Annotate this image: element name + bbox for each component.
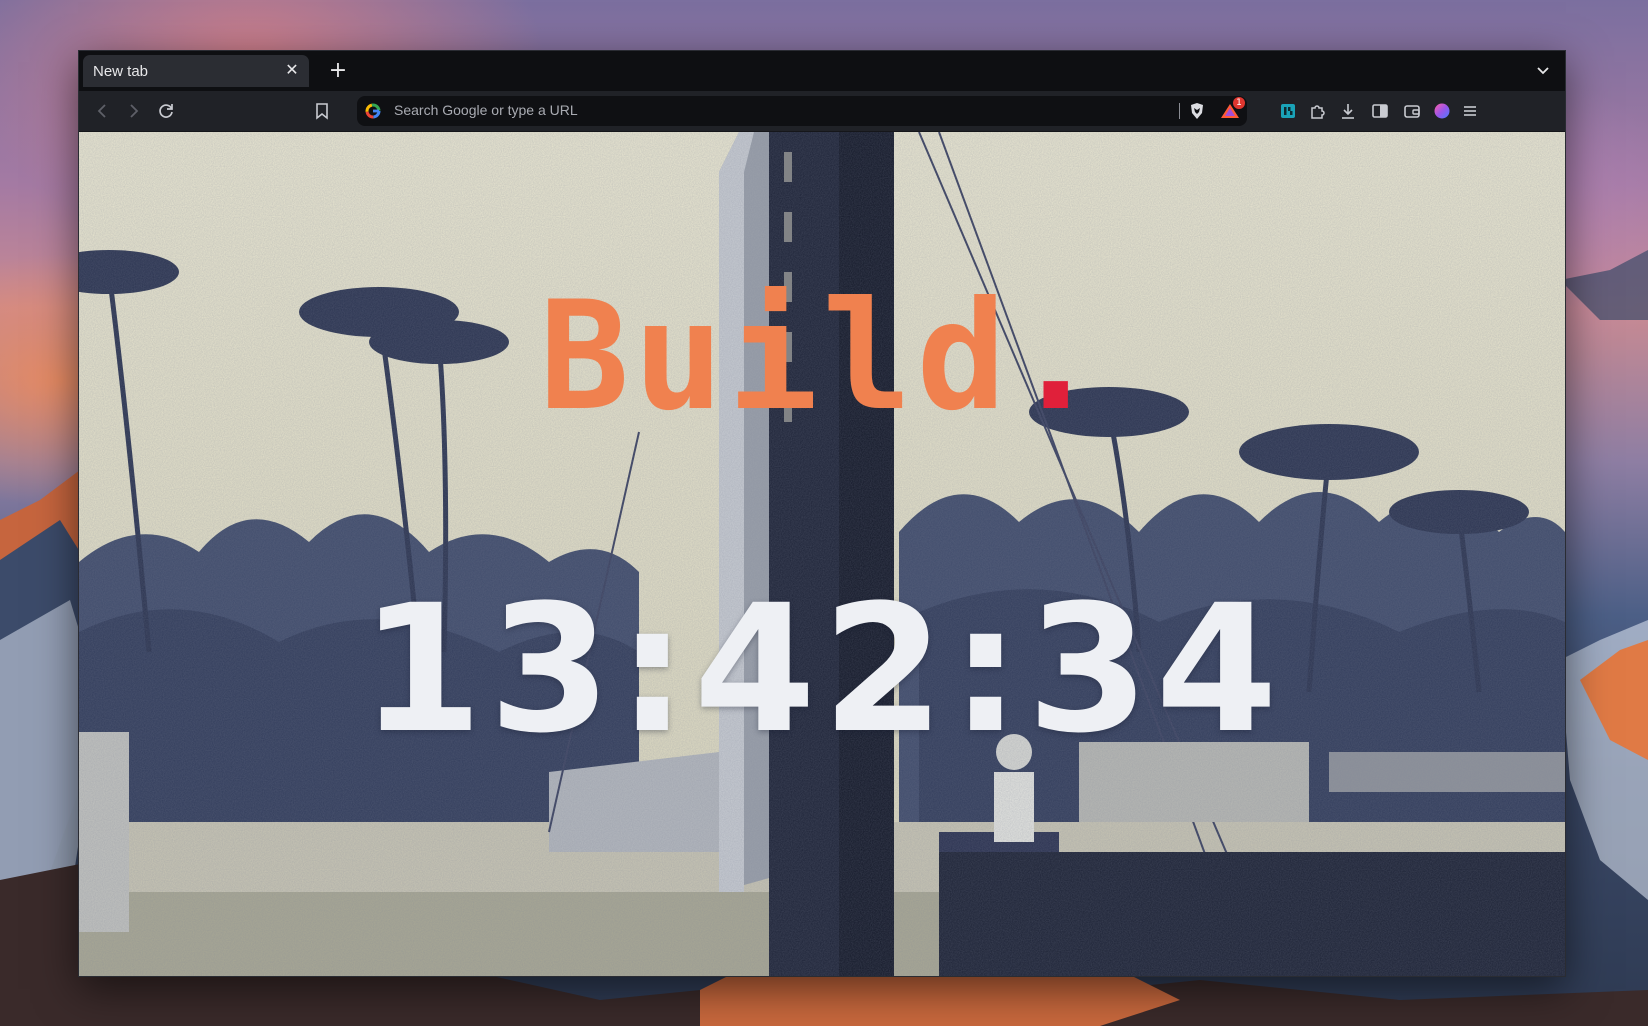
- headline: Build.: [79, 282, 1565, 432]
- new-tab-page: Build. 13:42:34: [79, 132, 1565, 976]
- tab-strip: New tab ✕ +: [79, 51, 1565, 91]
- browser-window: New tab ✕ + Search Google or type a URL …: [78, 50, 1566, 977]
- download-icon[interactable]: [1337, 100, 1359, 122]
- search-input[interactable]: Search Google or type a URL: [394, 102, 578, 118]
- wallet-icon[interactable]: [1401, 100, 1423, 122]
- close-icon[interactable]: ✕: [283, 62, 301, 80]
- tab-new-tab[interactable]: New tab ✕: [83, 55, 309, 87]
- leo-extension-icon[interactable]: [1277, 100, 1299, 122]
- bookmark-icon[interactable]: [311, 100, 333, 122]
- brave-shields-icon[interactable]: [1187, 101, 1207, 121]
- chevron-down-icon[interactable]: [1533, 60, 1553, 80]
- new-tab-button[interactable]: +: [325, 58, 351, 84]
- puzzle-icon[interactable]: [1307, 100, 1329, 122]
- tab-title: New tab: [93, 63, 149, 80]
- back-button[interactable]: [91, 100, 113, 122]
- forward-button[interactable]: [123, 100, 145, 122]
- address-bar[interactable]: Search Google or type a URL 1: [357, 96, 1247, 126]
- sidebar-icon[interactable]: [1369, 100, 1391, 122]
- reload-button[interactable]: [155, 100, 177, 122]
- clock: 13:42:34: [360, 567, 1284, 772]
- background-photo: [79, 132, 1565, 976]
- rewards-badge: 1: [1233, 97, 1245, 109]
- headline-word: Build: [539, 270, 1011, 444]
- toolbar: Search Google or type a URL 1: [79, 91, 1565, 132]
- headline-dot: .: [1010, 270, 1105, 444]
- google-icon: [365, 103, 381, 119]
- url-separator: [1179, 103, 1180, 119]
- menu-icon[interactable]: [1459, 100, 1481, 122]
- profile-avatar[interactable]: [1431, 100, 1453, 122]
